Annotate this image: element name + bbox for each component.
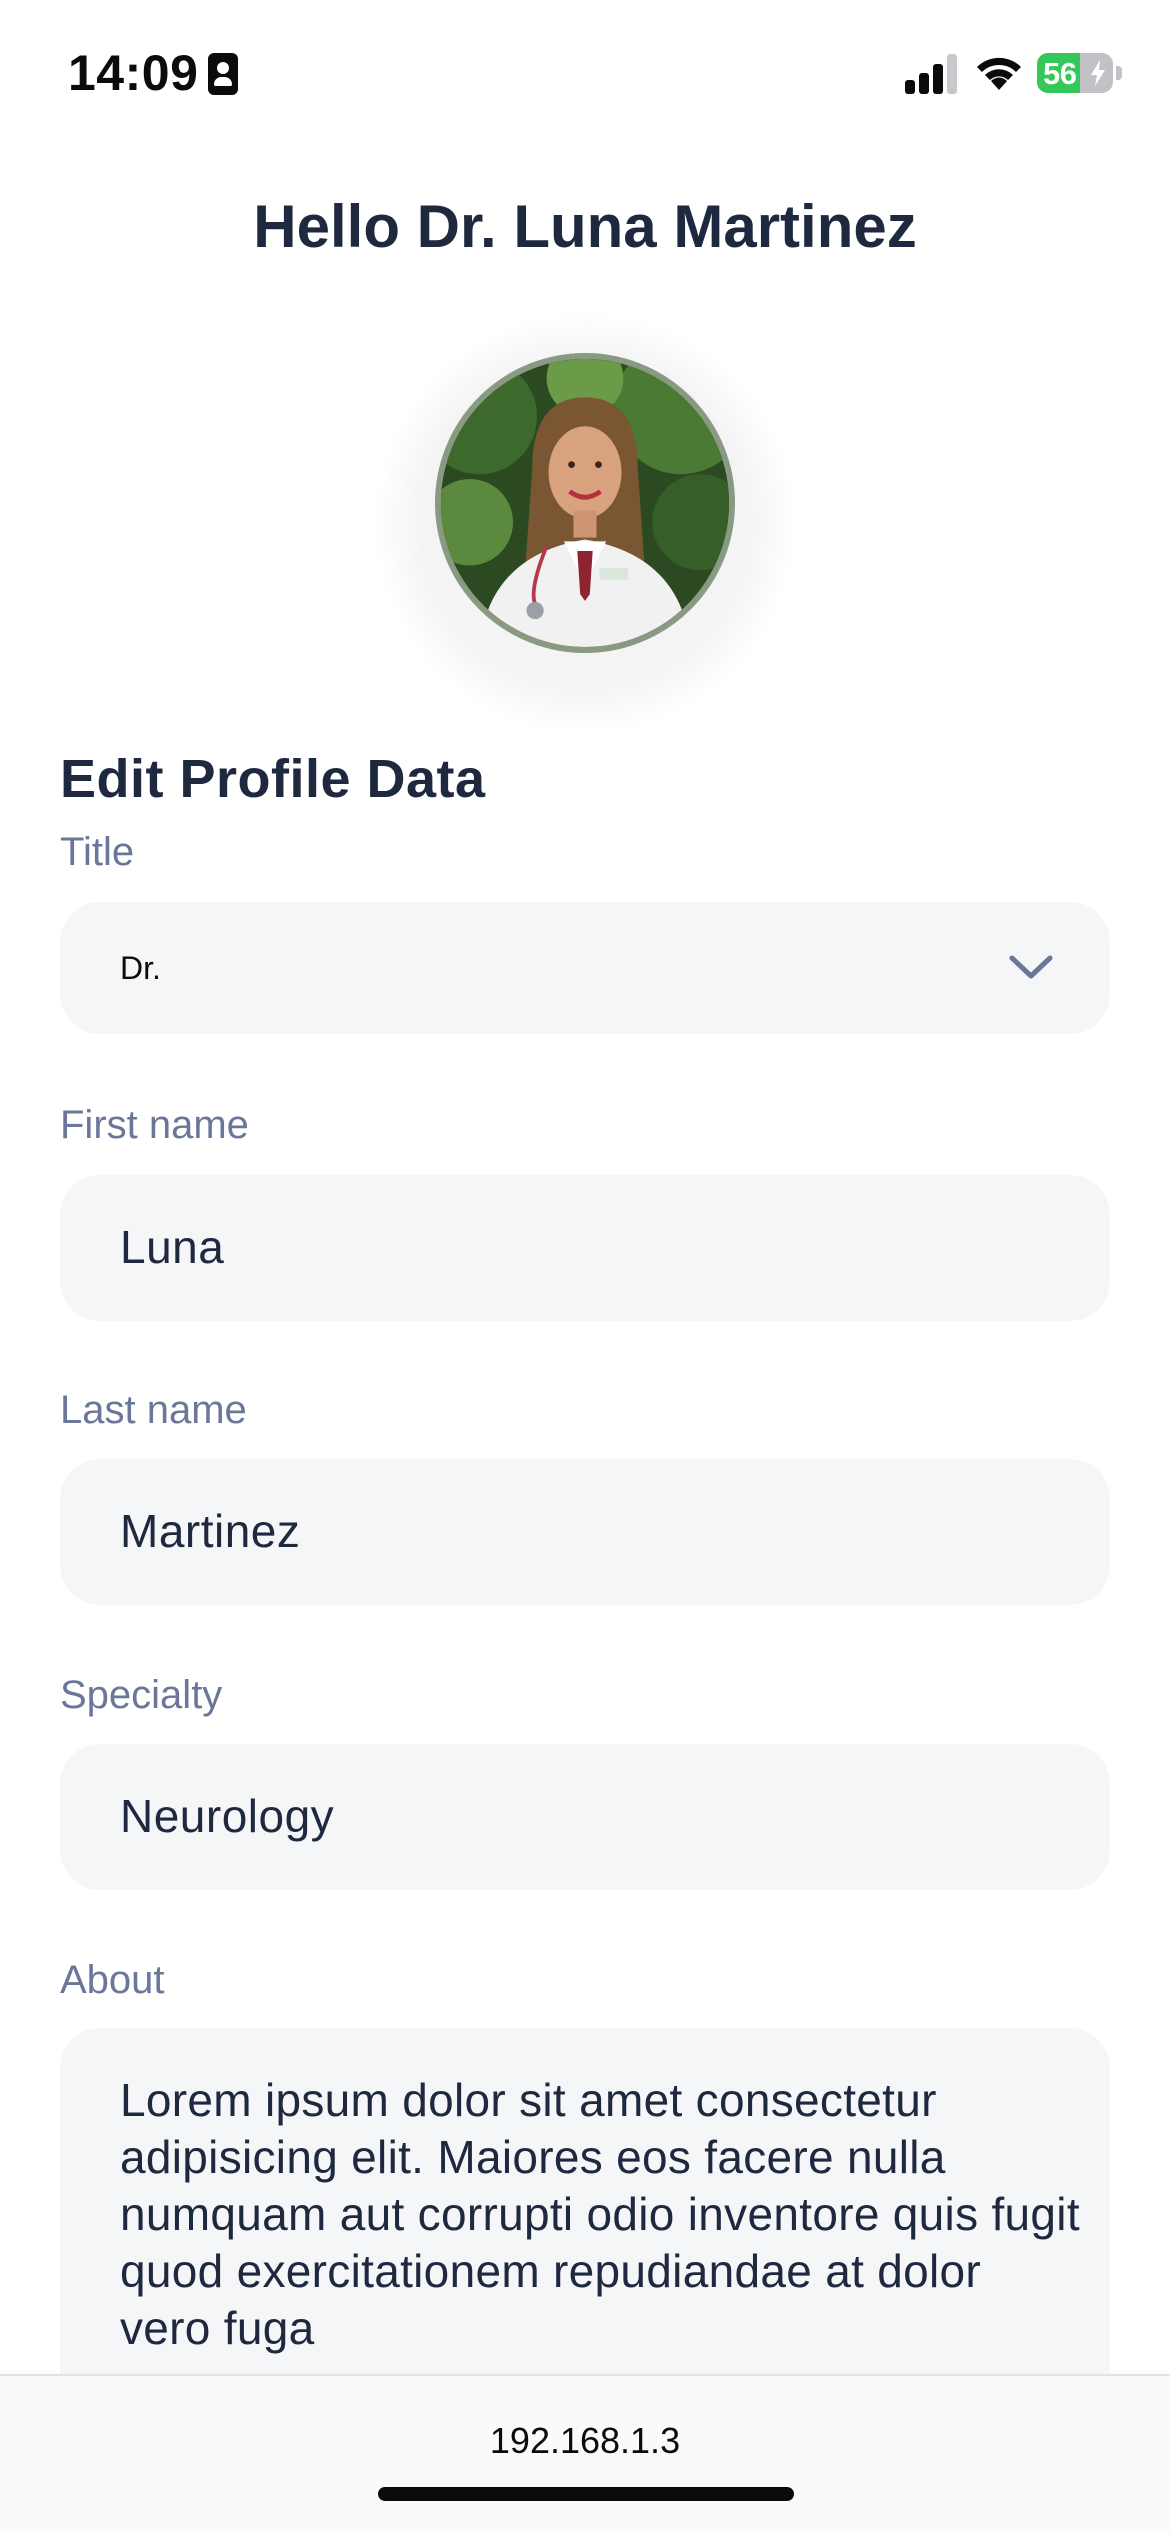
last-name-field[interactable]: Martinez bbox=[60, 1459, 1110, 1605]
page-title: Hello Dr. Luna Martinez bbox=[253, 193, 917, 260]
specialty-label: Specialty bbox=[60, 1673, 223, 1717]
about-label: About bbox=[60, 1958, 165, 2002]
specialty-value: Neurology bbox=[120, 1790, 335, 1842]
about-text: Lorem ipsum dolor sit amet consectetur a… bbox=[120, 2074, 1080, 2354]
profile-photo bbox=[441, 359, 729, 647]
status-bar: 14:09 56 bbox=[0, 0, 1170, 150]
battery-charging-icon: 56 bbox=[1037, 53, 1113, 93]
title-select[interactable]: Dr. bbox=[60, 902, 1110, 1034]
wifi-icon bbox=[977, 57, 1021, 90]
first-name-field[interactable]: Luna bbox=[60, 1175, 1110, 1321]
battery-cap bbox=[1116, 66, 1122, 80]
specialty-field[interactable]: Neurology bbox=[60, 1744, 1110, 1890]
battery-percentage: 56 bbox=[1043, 56, 1077, 91]
first-name-value: Luna bbox=[120, 1221, 225, 1273]
url-text: 192.168.1.3 bbox=[489, 2420, 681, 2461]
avatar[interactable] bbox=[435, 353, 735, 653]
chevron-down-icon bbox=[1009, 955, 1053, 979]
charging-bolt-icon bbox=[1091, 60, 1105, 86]
first-name-label: First name bbox=[60, 1103, 249, 1147]
sim-card-icon bbox=[208, 53, 238, 95]
section-heading: Edit Profile Data bbox=[60, 749, 486, 809]
browser-address-bar[interactable]: 192.168.1.3 bbox=[0, 2374, 1170, 2532]
home-indicator[interactable] bbox=[378, 2487, 794, 2501]
title-select-value: Dr. bbox=[120, 950, 161, 986]
status-time: 14:09 bbox=[68, 45, 199, 101]
cellular-signal-icon bbox=[905, 52, 959, 94]
last-name-value: Martinez bbox=[120, 1505, 301, 1557]
title-label: Title bbox=[60, 830, 135, 874]
last-name-label: Last name bbox=[60, 1388, 247, 1432]
